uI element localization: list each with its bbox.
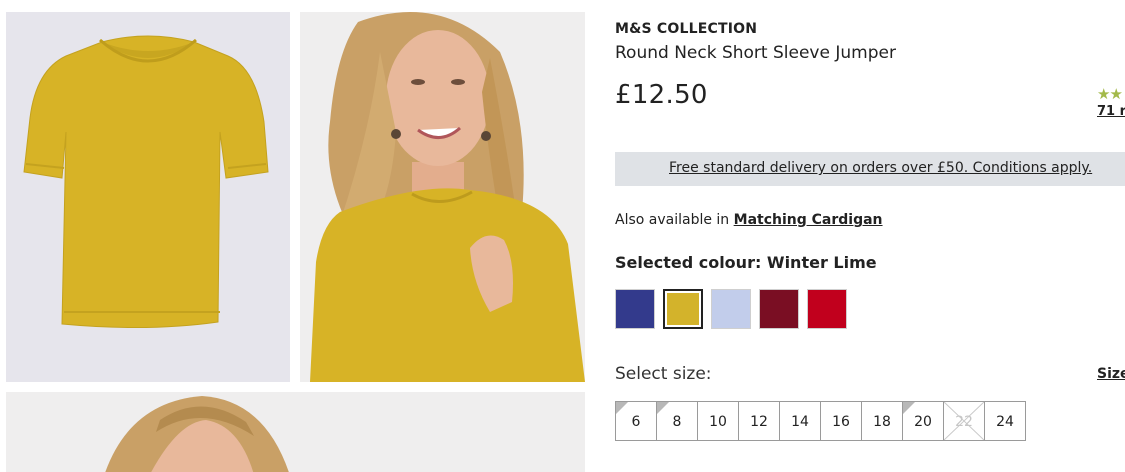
product-price: £12.50 (615, 80, 708, 110)
reviews-link[interactable]: 71 r (1097, 104, 1125, 119)
size-corner-marker (903, 402, 915, 414)
also-available-label: Also available in (615, 212, 730, 228)
select-size-label: Select size: (615, 364, 712, 384)
product-page: M&S COLLECTION Round Neck Short Sleeve J… (0, 0, 1125, 472)
size-option-22[interactable]: 22 (943, 401, 985, 441)
product-info: M&S COLLECTION Round Neck Short Sleeve J… (615, 0, 1125, 472)
product-title: Round Neck Short Sleeve Jumper (615, 43, 896, 63)
product-image-model[interactable] (300, 12, 585, 382)
also-available: Also available in Matching Cardigan (615, 212, 883, 228)
colour-swatch-light-blue[interactable] (711, 289, 751, 329)
size-option-label: 18 (873, 414, 891, 430)
size-option-18[interactable]: 18 (861, 401, 903, 441)
size-option-label: 12 (750, 414, 768, 430)
size-option-label: 10 (709, 414, 727, 430)
size-option-6[interactable]: 6 (615, 401, 657, 441)
size-corner-marker (616, 402, 628, 414)
unavailable-cross-icon (944, 402, 984, 440)
size-option-label: 8 (672, 414, 682, 430)
delivery-banner: Free standard delivery on orders over £5… (615, 152, 1125, 186)
colour-swatch-red[interactable] (807, 289, 847, 329)
rating-stars-icon: ★★ (1097, 86, 1123, 103)
size-option-8[interactable]: 8 (656, 401, 698, 441)
size-guide-link[interactable]: Size (1097, 366, 1125, 382)
size-corner-marker (657, 402, 669, 414)
model-closeup-illustration (105, 396, 289, 472)
brand-name: M&S COLLECTION (615, 21, 758, 37)
colour-swatch-winter-lime[interactable] (663, 289, 703, 329)
size-option-20[interactable]: 20 (902, 401, 944, 441)
product-gallery (0, 0, 600, 472)
selected-colour-label: Selected colour: Winter Lime (615, 253, 877, 272)
size-option-label: 6 (631, 414, 641, 430)
rating-summary[interactable]: ★★ 71 r (1097, 86, 1125, 119)
size-option-16[interactable]: 16 (820, 401, 862, 441)
product-image-closeup[interactable] (6, 392, 585, 472)
size-option-14[interactable]: 14 (779, 401, 821, 441)
size-option-label: 24 (996, 414, 1014, 430)
delivery-conditions-link[interactable]: Free standard delivery on orders over £5… (669, 160, 1092, 176)
size-option-12[interactable]: 12 (738, 401, 780, 441)
matching-cardigan-link[interactable]: Matching Cardigan (734, 212, 883, 228)
size-option-label: 20 (914, 414, 932, 430)
product-image-flat[interactable] (6, 12, 290, 382)
jumper-flat-illustration (23, 35, 269, 329)
size-option-10[interactable]: 10 (697, 401, 739, 441)
size-option-24[interactable]: 24 (984, 401, 1026, 441)
colour-swatch-navy[interactable] (615, 289, 655, 329)
colour-swatch-burgundy[interactable] (759, 289, 799, 329)
size-option-label: 16 (832, 414, 850, 430)
size-option-label: 14 (791, 414, 809, 430)
model-wearing-jumper-illustration (310, 12, 585, 382)
